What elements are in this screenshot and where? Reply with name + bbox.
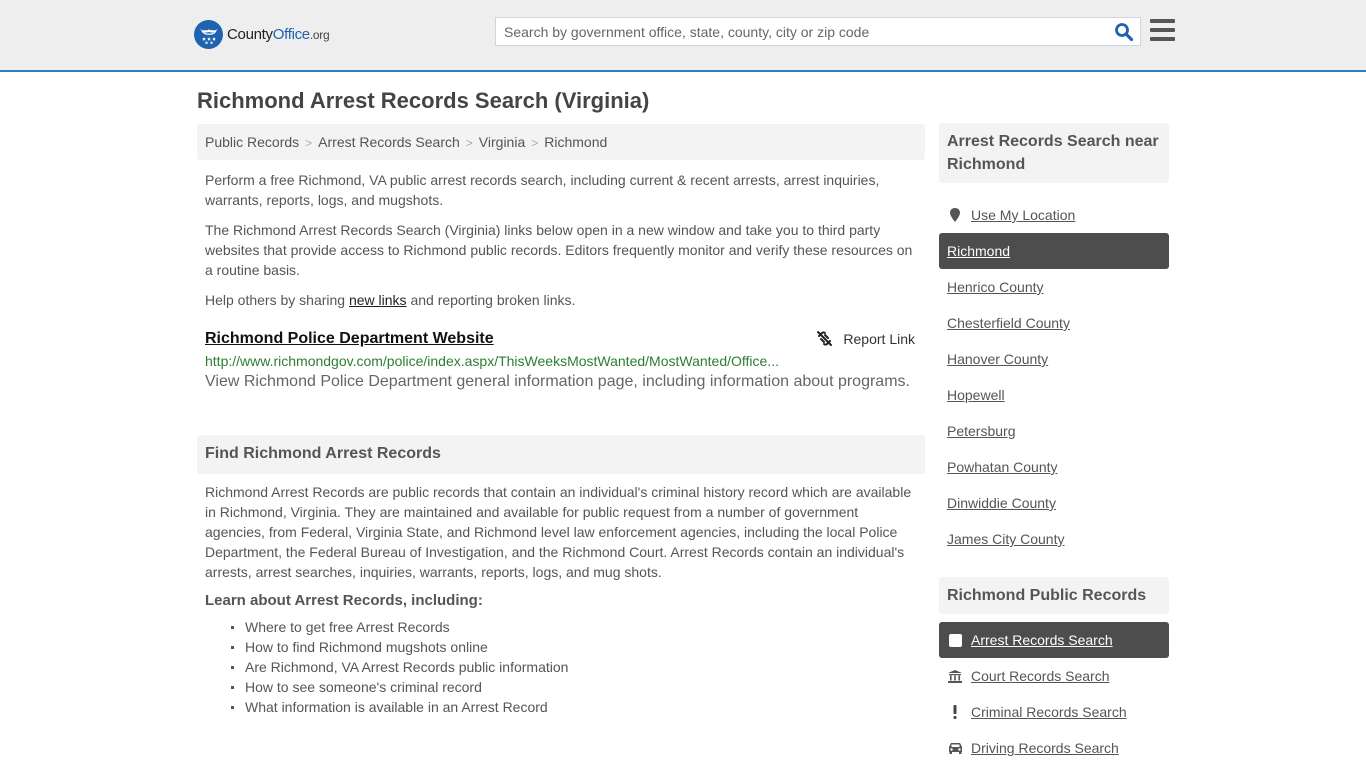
search-input[interactable] [496, 18, 1096, 45]
nearby-link[interactable]: Dinwiddie County [947, 495, 1056, 511]
public-records-link[interactable]: Court Records Search [971, 668, 1110, 684]
learn-list-item: How to see someone's criminal record [231, 677, 925, 697]
nearby-item-dinwiddie-county[interactable]: Dinwiddie County [939, 485, 1169, 521]
help-text: Help others by sharing new links and rep… [205, 292, 576, 308]
nearby-link[interactable]: Henrico County [947, 279, 1044, 295]
nearby-link[interactable]: James City County [947, 531, 1064, 547]
nearby-link[interactable]: Chesterfield County [947, 315, 1070, 331]
map-marker-icon [947, 208, 963, 222]
breadcrumb: Public Records > Arrest Records Search > Vir… [197, 124, 925, 160]
public-records-item-criminal[interactable]: Criminal Records Search [939, 694, 1169, 730]
nearby-item-petersburg[interactable]: Petersburg [939, 413, 1169, 449]
nearby-link[interactable]: Hanover County [947, 351, 1048, 367]
learn-heading: Learn about Arrest Records, including: [205, 592, 483, 609]
broken-link-icon [817, 331, 833, 346]
search-box [495, 17, 1141, 46]
resource-title-link[interactable]: Richmond Police Department Website [205, 330, 494, 347]
page-title: Richmond Arrest Records Search (Virginia… [197, 88, 650, 113]
public-records-link[interactable]: Driving Records Search [971, 740, 1119, 756]
site-logo[interactable]: CountyOffice.org [194, 20, 330, 49]
find-records-heading: Find Richmond Arrest Records [197, 435, 925, 474]
hamburger-icon-bar [1150, 37, 1175, 41]
menu-button[interactable] [1150, 19, 1175, 41]
nearby-item-chesterfield-county[interactable]: Chesterfield County [939, 305, 1169, 341]
use-my-location-link[interactable]: Use My Location [971, 207, 1075, 223]
nearby-link[interactable]: Powhatan County [947, 459, 1058, 475]
breadcrumb-virginia[interactable]: Virginia [479, 134, 525, 150]
search-button[interactable] [1114, 22, 1134, 42]
exclamation-icon [947, 705, 963, 719]
nearby-item-richmond[interactable]: Richmond [939, 233, 1169, 269]
breadcrumb-public-records[interactable]: Public Records [205, 134, 299, 150]
sidebar: Arrest Records Search near Richmond Use … [939, 123, 1169, 766]
learn-list-item: Where to get free Arrest Records [231, 617, 925, 637]
learn-list-item: How to find Richmond mugshots online [231, 637, 925, 657]
learn-list: Where to get free Arrest Records How to … [197, 617, 925, 717]
breadcrumb-separator: > [305, 136, 313, 150]
nearby-item-henrico-county[interactable]: Henrico County [939, 269, 1169, 305]
public-records-heading: Richmond Public Records [939, 577, 1169, 614]
learn-list-item: Are Richmond, VA Arrest Records public i… [231, 657, 925, 677]
nearby-item-powhatan-county[interactable]: Powhatan County [939, 449, 1169, 485]
breadcrumb-current: Richmond [544, 134, 608, 150]
nearby-link[interactable]: Hopewell [947, 387, 1005, 403]
disclaimer-text: The Richmond Arrest Records Search (Virg… [205, 222, 913, 278]
new-links-link[interactable]: new links [349, 292, 407, 308]
breadcrumb-arrest-records-search[interactable]: Arrest Records Search [318, 134, 460, 150]
breadcrumb-separator: > [531, 136, 539, 150]
hamburger-icon-bar [1150, 28, 1175, 32]
logo-text: CountyOffice.org [227, 26, 330, 43]
nearby-link[interactable]: Richmond [947, 243, 1010, 259]
courthouse-icon [947, 669, 963, 683]
top-bar: CountyOffice.org [0, 0, 1366, 72]
public-records-item-driving[interactable]: Driving Records Search [939, 730, 1169, 766]
resource-url: http://www.richmondgov.com/police/index.… [205, 353, 779, 369]
public-records-link[interactable]: Criminal Records Search [971, 704, 1127, 720]
intro-text: Perform a free Richmond, VA public arres… [205, 172, 880, 208]
nearby-item-james-city-county[interactable]: James City County [939, 521, 1169, 557]
report-link-button[interactable]: Report Link [816, 330, 915, 347]
nearby-item-hopewell[interactable]: Hopewell [939, 377, 1169, 413]
hamburger-icon-bar [1150, 19, 1175, 23]
public-records-item-court[interactable]: Court Records Search [939, 658, 1169, 694]
square-icon [947, 633, 963, 647]
public-records-link[interactable]: Arrest Records Search [971, 632, 1113, 648]
eagle-logo-icon [194, 20, 223, 49]
car-icon [947, 742, 963, 754]
learn-list-item: What information is available in an Arre… [231, 697, 925, 717]
resource-listing: Richmond Police Department Website Repor… [197, 330, 925, 391]
search-icon [1115, 23, 1134, 42]
nearby-link[interactable]: Petersburg [947, 423, 1015, 439]
resource-description: View Richmond Police Department general … [205, 373, 910, 390]
main-content: Public Records > Arrest Records Search > Vir… [197, 124, 925, 717]
breadcrumb-separator: > [465, 136, 473, 150]
use-my-location[interactable]: Use My Location [939, 197, 1169, 233]
public-records-item-arrest[interactable]: Arrest Records Search [939, 622, 1169, 658]
report-link-label: Report Link [843, 330, 915, 347]
nearby-heading: Arrest Records Search near Richmond [939, 123, 1169, 183]
nearby-item-hanover-county[interactable]: Hanover County [939, 341, 1169, 377]
find-records-body: Richmond Arrest Records are public recor… [205, 484, 912, 580]
